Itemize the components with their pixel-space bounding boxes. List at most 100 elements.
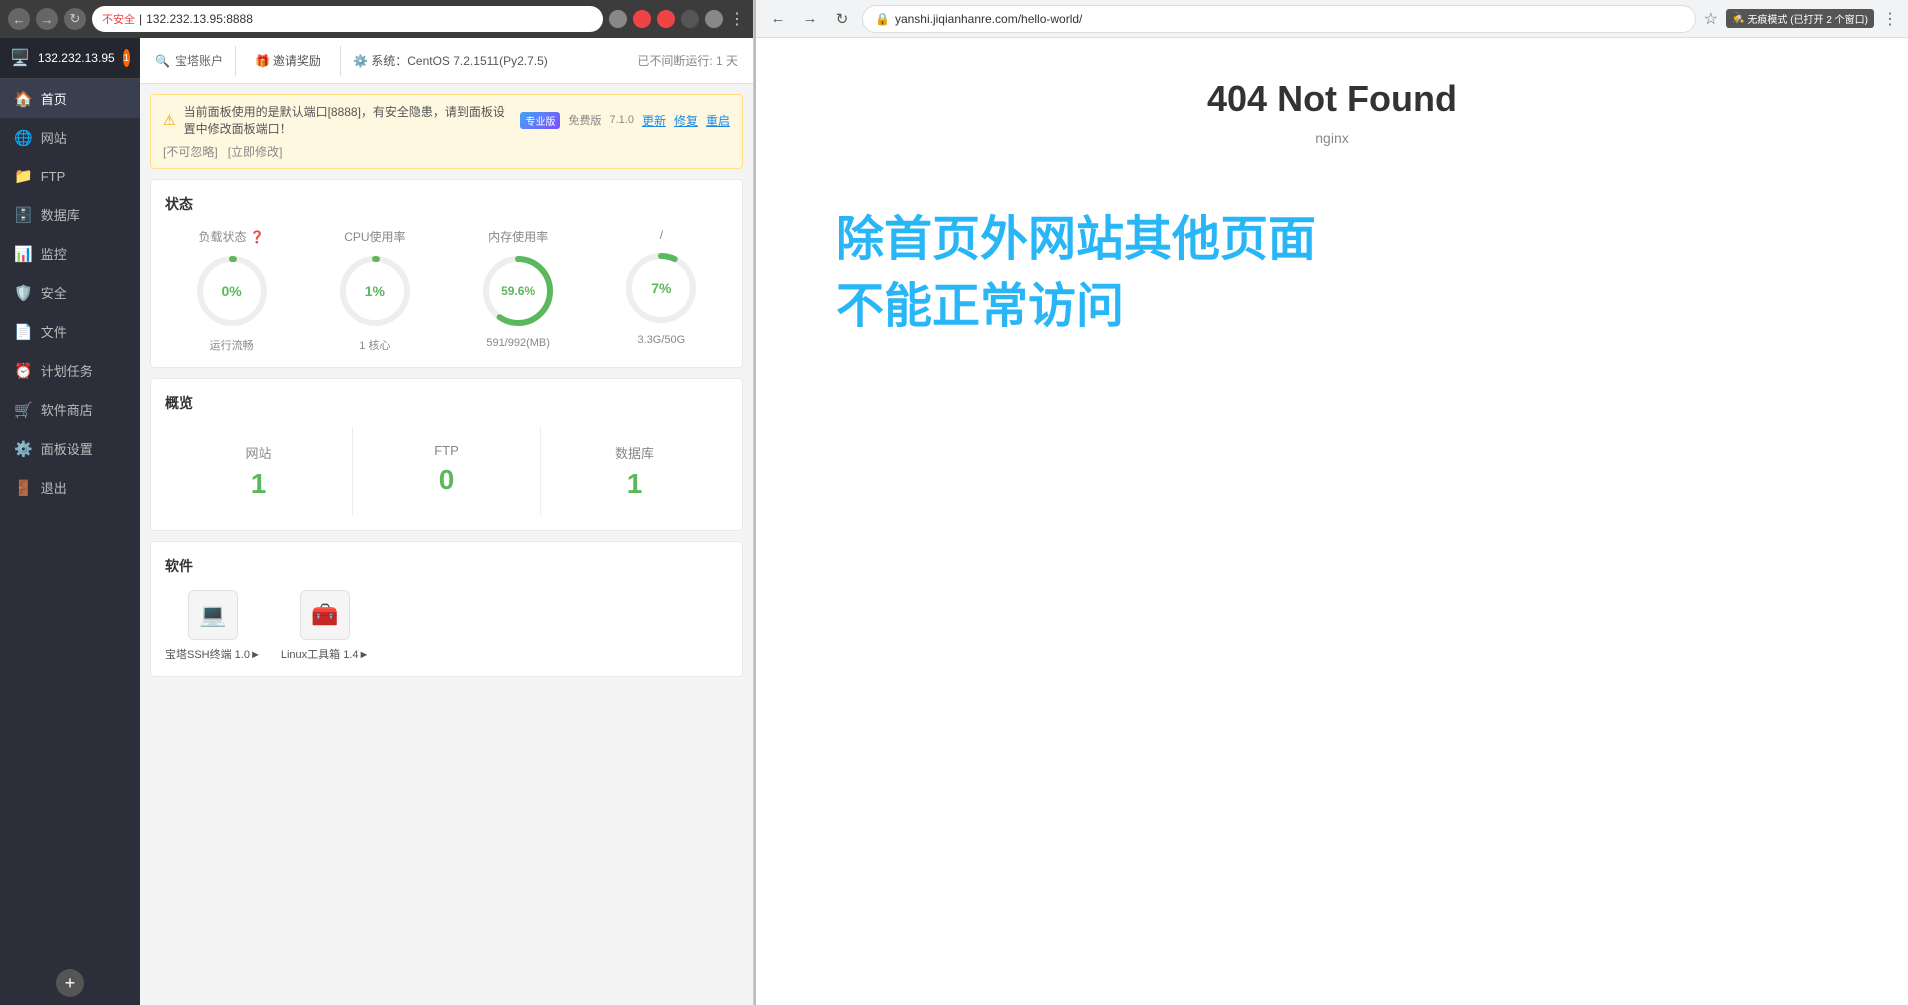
overview-database: 数据库 1 <box>541 427 728 516</box>
topbar-divider1 <box>235 46 236 76</box>
right-back-button[interactable]: ← <box>766 7 790 31</box>
sidebar-label-monitor: 监控 <box>41 244 67 263</box>
chinese-line2: 不能正常访问 <box>836 273 1316 340</box>
load-sub: 运行流畅 <box>210 337 254 353</box>
website-icon: 🌐 <box>14 129 33 147</box>
tasks-icon: ⏰ <box>14 362 33 380</box>
cpu-circle: 1% <box>335 251 415 331</box>
topbar-search-label: 宝塔账户 <box>175 52 223 69</box>
load-circle: 0% <box>192 251 272 331</box>
right-url: yanshi.jiqianhanre.com/hello-world/ <box>895 12 1082 26</box>
sidebar-header: 🖥️ 132.232.13.95 1 <box>0 38 140 79</box>
mem-label: 内存使用率 <box>488 228 548 245</box>
forward-button[interactable]: → <box>36 8 58 30</box>
tools-name: Linux工具箱 1.4► <box>281 646 370 662</box>
load-status-item: 负载状态 ❓ 0% 运行流畅 <box>192 228 272 353</box>
ftp-icon: 📁 <box>14 167 33 185</box>
sidebar-label-settings: 面板设置 <box>41 439 93 458</box>
insecure-label: 不安全 <box>102 11 135 27</box>
sidebar-item-home[interactable]: 🏠 首页 <box>0 79 140 118</box>
overview-grid: 网站 1 FTP 0 数据库 1 <box>165 427 728 516</box>
ext-icon-red2 <box>657 10 675 28</box>
home-icon: 🏠 <box>14 90 33 108</box>
software-ssh[interactable]: 💻 宝塔SSH终端 1.0► <box>165 590 261 662</box>
disk-value: 7% <box>651 280 671 296</box>
free-label: 免费版 <box>568 112 601 128</box>
store-icon: 🛒 <box>14 401 33 419</box>
invite-label: 邀请奖励 <box>273 52 321 69</box>
ssh-icon: 💻 <box>188 590 238 640</box>
system-label: 系统：CentOS 7.2.1511(Py2.7.5) <box>371 54 548 68</box>
sidebar-add-button[interactable]: + <box>56 969 84 997</box>
sidebar-item-store[interactable]: 🛒 软件商店 <box>0 390 140 429</box>
mem-status-item: 内存使用率 59.6% 591/992(MB) <box>478 228 558 353</box>
browser-toolbar-icons <box>609 10 723 28</box>
database-icon: 🗄️ <box>14 206 33 224</box>
alert-top: ⚠ 当前面板使用的是默认端口[8888]，有安全隐患，请到面板设置中修改面板端口… <box>163 103 730 137</box>
right-address-bar[interactable]: 🔒 yanshi.jiqianhanre.com/hello-world/ <box>862 5 1696 33</box>
tools-icon: 🧰 <box>300 590 350 640</box>
sidebar-label-store: 软件商店 <box>41 400 93 419</box>
incognito-icon: 🕵️ <box>1732 13 1744 24</box>
overview-website-name: 网站 <box>175 443 342 462</box>
monitor-icon: 📊 <box>14 245 33 263</box>
left-browser-chrome: ← → ↻ 不安全 | 132.232.13.95:8888 ⋮ <box>0 0 753 38</box>
topbar-divider2 <box>340 46 341 76</box>
reload-button[interactable]: ↻ <box>64 8 86 30</box>
sidebar-label-files: 文件 <box>41 322 67 341</box>
load-label: 负载状态 ❓ <box>198 228 264 245</box>
topbar: 🔍 宝塔账户 🎁 邀请奖励 ⚙️ 系统：CentOS 7.2.1511(Py2.… <box>140 38 753 84</box>
software-title: 软件 <box>165 556 728 576</box>
right-reload-button[interactable]: ↻ <box>830 7 854 31</box>
overview-ftp-count: 0 <box>363 464 530 496</box>
main-content: 🔍 宝塔账户 🎁 邀请奖励 ⚙️ 系统：CentOS 7.2.1511(Py2.… <box>140 38 753 1005</box>
version-label: 7.1.0 <box>609 114 633 126</box>
right-forward-button[interactable]: → <box>798 7 822 31</box>
software-section: 软件 💻 宝塔SSH终端 1.0► 🧰 Linux工具箱 1.4► <box>150 541 743 677</box>
sidebar-item-settings[interactable]: ⚙️ 面板设置 <box>0 429 140 468</box>
fix-button[interactable]: 修复 <box>674 112 698 129</box>
sidebar-item-website[interactable]: 🌐 网站 <box>0 118 140 157</box>
sidebar-label-ftp: FTP <box>41 169 66 184</box>
files-icon: 📄 <box>14 323 33 341</box>
overview-section: 概览 网站 1 FTP 0 数据库 1 <box>150 378 743 531</box>
sidebar-item-tasks[interactable]: ⏰ 计划任务 <box>0 351 140 390</box>
overview-database-name: 数据库 <box>551 443 718 462</box>
right-browser: ← → ↻ 🔒 yanshi.jiqianhanre.com/hello-wor… <box>756 0 1908 1005</box>
menu-icon[interactable]: ⋮ <box>1882 9 1898 29</box>
dismiss-button[interactable]: [不可忽略] <box>163 143 218 160</box>
lock-icon: 🔒 <box>875 12 890 26</box>
left-panel: 🖥️ 132.232.13.95 1 🏠 首页 🌐 网站 📁 FTP 🗄️ 数据… <box>0 38 753 1005</box>
overview-database-count: 1 <box>551 468 718 500</box>
star-icon[interactable]: ☆ <box>1704 9 1718 29</box>
gear-icon: ⚙️ <box>353 54 368 68</box>
sidebar-item-security[interactable]: 🛡️ 安全 <box>0 273 140 312</box>
sidebar-label-home: 首页 <box>41 89 67 108</box>
uptime-label: 已不间断运行: 1 天 <box>637 52 738 69</box>
chinese-line1: 除首页外网站其他页面 <box>836 206 1316 273</box>
sidebar-item-logout[interactable]: 🚪 退出 <box>0 468 140 507</box>
not-found-page: 404 Not Found nginx 除首页外网站其他页面 不能正常访问 <box>756 38 1908 1005</box>
topbar-search[interactable]: 🔍 宝塔账户 <box>155 52 223 69</box>
sidebar-item-database[interactable]: 🗄️ 数据库 <box>0 195 140 234</box>
overview-website: 网站 1 <box>165 427 353 516</box>
update-button[interactable]: 更新 <box>642 112 666 129</box>
sidebar-item-monitor[interactable]: 📊 监控 <box>0 234 140 273</box>
restart-button[interactable]: 重启 <box>706 112 730 129</box>
browser-menu-button[interactable]: ⋮ <box>729 9 745 29</box>
disk-status-item: / 7% 3.3G/50G <box>621 228 701 353</box>
sidebar: 🖥️ 132.232.13.95 1 🏠 首页 🌐 网站 📁 FTP 🗄️ 数据… <box>0 38 140 1005</box>
sidebar-item-files[interactable]: 📄 文件 <box>0 312 140 351</box>
address-bar[interactable]: 不安全 | 132.232.13.95:8888 <box>92 6 603 32</box>
software-tools[interactable]: 🧰 Linux工具箱 1.4► <box>281 590 370 662</box>
sidebar-server-icon: 🖥️ <box>10 48 30 68</box>
sidebar-server-ip: 132.232.13.95 <box>38 51 115 65</box>
cpu-value: 1% <box>365 283 385 299</box>
system-info: ⚙️ 系统：CentOS 7.2.1511(Py2.7.5) <box>353 52 548 69</box>
sidebar-label-database: 数据库 <box>41 205 80 224</box>
back-button[interactable]: ← <box>8 8 30 30</box>
invite-button[interactable]: 🎁 邀请奖励 <box>248 49 328 72</box>
sidebar-item-ftp[interactable]: 📁 FTP <box>0 157 140 195</box>
sidebar-label-security: 安全 <box>41 283 67 302</box>
fix-now-button[interactable]: [立即修改] <box>228 143 283 160</box>
